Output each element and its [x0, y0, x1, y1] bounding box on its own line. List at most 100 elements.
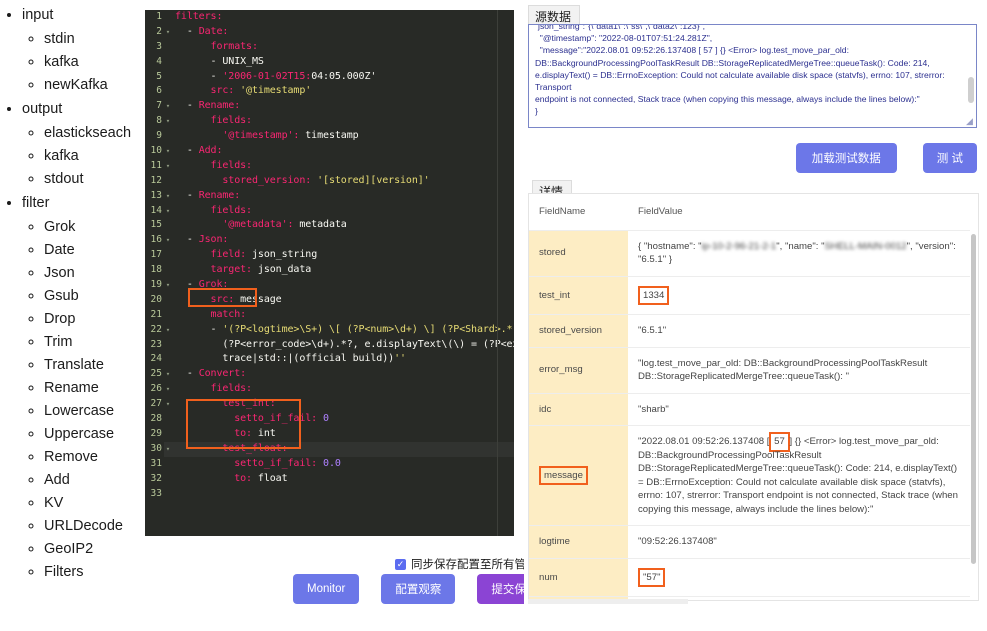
- sidebar-item-kafka[interactable]: kafka: [44, 54, 145, 70]
- editor-fold-arrow-icon[interactable]: ▾: [164, 323, 172, 338]
- editor-line[interactable]: 1filters:: [145, 10, 514, 25]
- sidebar-item-stdout[interactable]: stdout: [44, 171, 145, 187]
- editor-line[interactable]: 29 to: int: [145, 427, 514, 442]
- sidebar-group-label-filter[interactable]: filter: [22, 194, 49, 212]
- editor-line[interactable]: 12 stored_version: '[stored][version]': [145, 174, 514, 189]
- editor-fold-arrow-icon[interactable]: ▾: [164, 442, 172, 457]
- sidebar-item-remove[interactable]: Remove: [44, 449, 145, 465]
- test-button-row: 加载测试数据 测 试: [796, 143, 977, 173]
- sync-save-checkbox[interactable]: ✓: [395, 559, 406, 570]
- observe-config-button[interactable]: 配置观察: [381, 574, 455, 604]
- config-code-editor[interactable]: 1filters:2▾ - Date:3 formats:4 - UNIX_MS…: [145, 10, 514, 536]
- editor-line[interactable]: 14▾ fields:: [145, 204, 514, 219]
- editor-line[interactable]: 25▾ - Convert:: [145, 367, 514, 382]
- sidebar-item-stdin[interactable]: stdin: [44, 31, 145, 47]
- detail-column-header: FieldName: [529, 194, 628, 230]
- sidebar-item-kafka[interactable]: kafka: [44, 148, 145, 164]
- editor-line-number: 13: [145, 189, 164, 204]
- editor-line[interactable]: 4 - UNIX_MS: [145, 55, 514, 70]
- detail-field-name: test_int: [529, 276, 628, 315]
- table-row: message"2022.08.01 09:52:26.137408 [ 57 …: [529, 426, 970, 526]
- editor-fold-arrow-icon[interactable]: ▾: [164, 144, 172, 159]
- sidebar-item-translate[interactable]: Translate: [44, 357, 145, 373]
- editor-line[interactable]: 32 to: float: [145, 472, 514, 487]
- editor-line[interactable]: 23 (?P<error_code>\d+).*?, e.displayText…: [145, 338, 514, 353]
- editor-line-text: field: json_string: [172, 248, 317, 263]
- sync-save-checkbox-row[interactable]: ✓ 同步保存配置至所有管道: [395, 556, 538, 572]
- editor-line-text: fields:: [172, 382, 252, 397]
- editor-fold-arrow-icon[interactable]: ▾: [164, 189, 172, 204]
- detail-field-value: "6.5.1": [628, 315, 970, 348]
- editor-line-number: 29: [145, 427, 164, 442]
- editor-line[interactable]: 11▾ fields:: [145, 159, 514, 174]
- sidebar-item-rename[interactable]: Rename: [44, 380, 145, 396]
- editor-line-text: - '2006-01-02T15:04:05.000Z': [172, 70, 376, 85]
- sidebar-item-urldecode[interactable]: URLDecode: [44, 518, 145, 534]
- editor-line[interactable]: 2▾ - Date:: [145, 25, 514, 40]
- editor-fold-arrow-icon[interactable]: ▾: [164, 25, 172, 40]
- editor-line[interactable]: 17 field: json_string: [145, 248, 514, 263]
- editor-fold-arrow-icon[interactable]: ▾: [164, 99, 172, 114]
- editor-line[interactable]: 33: [145, 487, 514, 502]
- sidebar-item-trim[interactable]: Trim: [44, 334, 145, 350]
- sidebar-group-label-output[interactable]: output: [22, 100, 62, 118]
- sidebar-item-add[interactable]: Add: [44, 472, 145, 488]
- editor-line-number: 24: [145, 352, 164, 367]
- editor-line[interactable]: 3 formats:: [145, 40, 514, 55]
- editor-fold-arrow-icon[interactable]: ▾: [164, 382, 172, 397]
- editor-line[interactable]: 19▾ - Grok:: [145, 278, 514, 293]
- editor-line[interactable]: 30▾ test_float:: [145, 442, 514, 457]
- test-button[interactable]: 测 试: [923, 143, 977, 173]
- editor-fold-arrow-icon[interactable]: ▾: [164, 397, 172, 412]
- editor-line[interactable]: 26▾ fields:: [145, 382, 514, 397]
- sidebar-group-label-input[interactable]: input: [22, 6, 53, 24]
- sidebar-item-uppercase[interactable]: Uppercase: [44, 426, 145, 442]
- editor-line[interactable]: 8▾ fields:: [145, 114, 514, 129]
- editor-line[interactable]: 5 - '2006-01-02T15:04:05.000Z': [145, 70, 514, 85]
- source-data-textarea[interactable]: "json_string":"{\"data1\":\"ss\",\"data2…: [528, 24, 977, 128]
- table-row: logtime"09:52:26.137408": [529, 526, 970, 559]
- detail-field-value: "57": [628, 558, 970, 597]
- detail-field-value: { "hostname": "ip-10-2-96-21-2-1", "name…: [628, 230, 970, 276]
- editor-line[interactable]: 6 src: '@timestamp': [145, 84, 514, 99]
- editor-line[interactable]: 9 '@timestamp': timestamp: [145, 129, 514, 144]
- editor-fold-arrow-icon[interactable]: ▾: [164, 233, 172, 248]
- editor-line[interactable]: 15 '@metadata': metadata: [145, 218, 514, 233]
- editor-line[interactable]: 16▾ - Json:: [145, 233, 514, 248]
- editor-line[interactable]: 20 src: message: [145, 293, 514, 308]
- sidebar-item-kv[interactable]: KV: [44, 495, 145, 511]
- resize-grip-icon[interactable]: ◢: [966, 117, 975, 126]
- editor-line[interactable]: 13▾ - Rename:: [145, 189, 514, 204]
- sidebar-item-geoip2[interactable]: GeoIP2: [44, 541, 145, 557]
- sidebar-item-filters[interactable]: Filters: [44, 564, 145, 580]
- editor-line[interactable]: 7▾ - Rename:: [145, 99, 514, 114]
- sidebar-item-elastickseach[interactable]: elastickseach: [44, 125, 145, 141]
- editor-line-text: to: int: [172, 427, 276, 442]
- detail-table-scrollbar[interactable]: [971, 234, 976, 564]
- editor-line[interactable]: 28 setto_if_fail: 0: [145, 412, 514, 427]
- load-test-data-button[interactable]: 加载测试数据: [796, 143, 897, 173]
- sidebar-item-grok[interactable]: Grok: [44, 219, 145, 235]
- editor-fold-arrow-icon[interactable]: ▾: [164, 204, 172, 219]
- editor-fold-arrow-icon[interactable]: ▾: [164, 367, 172, 382]
- sidebar-item-newkafka[interactable]: newKafka: [44, 77, 145, 93]
- sidebar-item-json[interactable]: Json: [44, 265, 145, 281]
- source-textarea-scrollbar[interactable]: [968, 77, 974, 103]
- editor-line-text: formats:: [172, 40, 258, 55]
- highlight-box-message-num: 57: [772, 435, 787, 449]
- editor-fold-arrow-icon[interactable]: ▾: [164, 114, 172, 129]
- editor-fold-arrow-icon[interactable]: ▾: [164, 159, 172, 174]
- sidebar-item-drop[interactable]: Drop: [44, 311, 145, 327]
- editor-line[interactable]: 31 setto_if_fail: 0.0: [145, 457, 514, 472]
- editor-fold-arrow-icon[interactable]: ▾: [164, 278, 172, 293]
- editor-line[interactable]: 18 target: json_data: [145, 263, 514, 278]
- sidebar-item-gsub[interactable]: Gsub: [44, 288, 145, 304]
- editor-line[interactable]: 10▾ - Add:: [145, 144, 514, 159]
- editor-line[interactable]: 22▾ - '(?P<logtime>\S+) \[ (?P<num>\d+) …: [145, 323, 514, 338]
- sidebar-item-date[interactable]: Date: [44, 242, 145, 258]
- editor-line[interactable]: 24 trace|std::|(official build))'': [145, 352, 514, 367]
- monitor-button[interactable]: Monitor: [293, 574, 359, 604]
- sidebar-item-lowercase[interactable]: Lowercase: [44, 403, 145, 419]
- editor-line[interactable]: 27▾ test_int:: [145, 397, 514, 412]
- editor-line[interactable]: 21 match:: [145, 308, 514, 323]
